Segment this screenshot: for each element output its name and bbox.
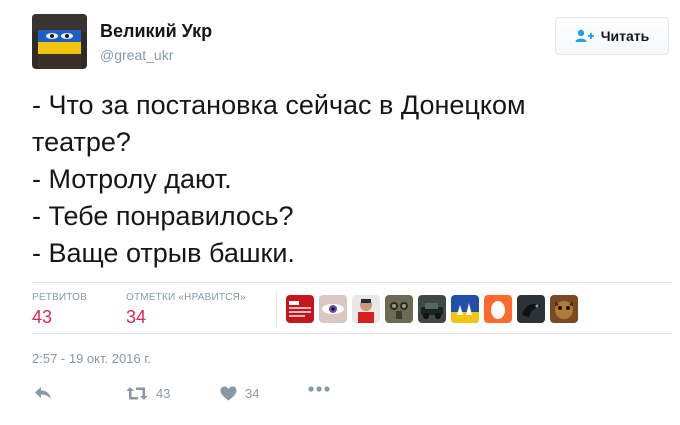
likes-label: ОТМЕТКИ «НРАВИТСЯ» xyxy=(126,292,246,303)
author-avatar-image xyxy=(32,14,87,69)
liker-avatar-car[interactable] xyxy=(418,295,446,323)
follow-person-plus-icon xyxy=(575,29,595,43)
tweet-line: театре? xyxy=(32,127,131,157)
retweets-label: РЕТВИТОВ xyxy=(32,292,88,303)
retweets-count: 43 xyxy=(32,307,53,327)
reply-button[interactable] xyxy=(34,386,52,400)
retweet-stat[interactable]: РЕТВИТОВ 43 xyxy=(32,292,87,328)
liker-avatar-gasmask[interactable] xyxy=(385,295,413,323)
tweet-line: - Ваще отрыв башки. xyxy=(32,238,295,268)
tweet-timestamp[interactable]: 2:57 - 19 окт. 2016 г. xyxy=(32,351,151,366)
retweet-button[interactable]: 43 xyxy=(126,386,170,401)
tweet-line: - Мотролу дают. xyxy=(32,164,232,194)
tweet-stats: РЕТВИТОВ 43 ОТМЕТКИ «НРАВИТСЯ» 34 xyxy=(32,282,672,334)
author-name[interactable]: Великий Укр xyxy=(100,21,212,42)
likes-stat[interactable]: ОТМЕТКИ «НРАВИТСЯ» 34 xyxy=(126,292,246,328)
author-handle[interactable]: @great_ukr xyxy=(100,47,173,63)
tweet-line: - Тебе понравилось? xyxy=(32,201,294,231)
author-avatar[interactable] xyxy=(32,14,87,69)
liker-avatar-animal[interactable] xyxy=(550,295,578,323)
tweet-line: - Что за постановка сейчас в Донецком xyxy=(32,90,526,120)
liker-avatar-person-red[interactable] xyxy=(352,295,380,323)
follow-button-label: Читать xyxy=(600,28,650,44)
follow-button[interactable]: Читать xyxy=(555,17,669,55)
liker-avatar-flag-blue[interactable] xyxy=(451,295,479,323)
stats-divider xyxy=(276,291,277,327)
reply-icon xyxy=(34,386,52,400)
tweet-actions: 43 34 xyxy=(32,386,392,408)
more-dots-icon xyxy=(308,386,330,392)
like-button[interactable]: 34 xyxy=(220,386,259,401)
likes-count: 34 xyxy=(126,307,147,327)
heart-icon xyxy=(220,386,237,401)
tweet-text: - Что за постановка сейчас в Донецком те… xyxy=(32,87,652,272)
liker-avatar-orange-egg[interactable] xyxy=(484,295,512,323)
liker-avatars xyxy=(286,295,578,323)
liker-avatar-eye[interactable] xyxy=(319,295,347,323)
liker-avatar-red-logo[interactable] xyxy=(286,295,314,323)
liker-avatar-dark-bird[interactable] xyxy=(517,295,545,323)
more-button[interactable] xyxy=(308,386,330,392)
retweet-action-count: 43 xyxy=(156,386,171,401)
like-action-count: 34 xyxy=(245,386,260,401)
retweet-icon xyxy=(126,386,148,401)
